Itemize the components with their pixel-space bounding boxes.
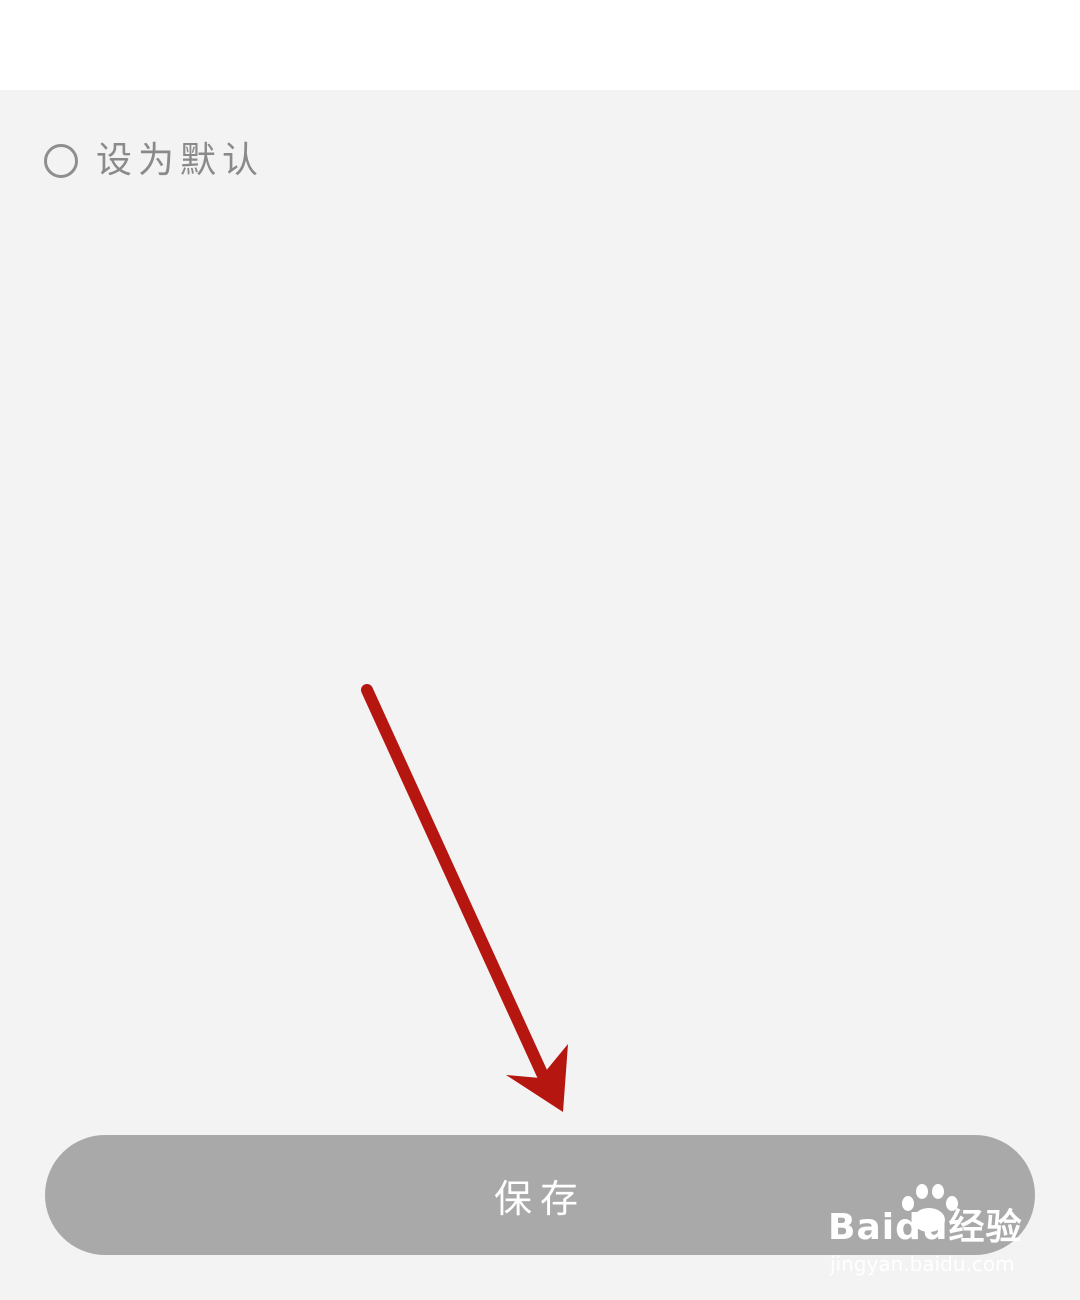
save-button-label: 保存	[493, 1176, 586, 1221]
form-area	[0, 90, 1080, 1300]
save-button[interactable]: 保存	[45, 1135, 1035, 1255]
radio-button[interactable]	[44, 144, 78, 178]
set-default-option[interactable]: 设为默认	[44, 138, 264, 184]
set-default-label: 设为默认	[96, 140, 265, 181]
top-bar	[0, 0, 1080, 90]
